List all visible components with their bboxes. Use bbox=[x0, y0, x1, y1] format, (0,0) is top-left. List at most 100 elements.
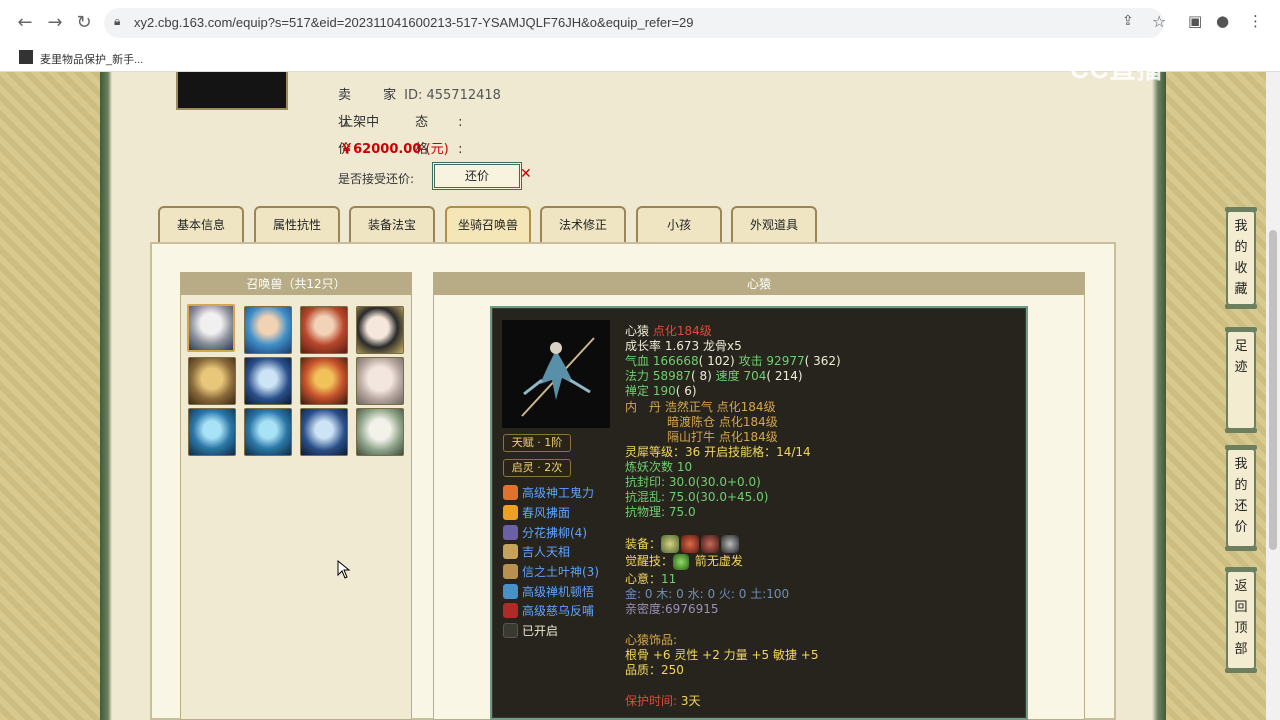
tab-spell-mods[interactable]: 法术修正 bbox=[540, 206, 626, 242]
skill-6[interactable]: 高级禅机顿悟 bbox=[503, 583, 594, 601]
skill-slot-open: 已开启 bbox=[503, 622, 558, 640]
skill-name: 高级神工鬼力 bbox=[522, 486, 595, 500]
resist-phys-line: 抗物理: 75.0 bbox=[625, 505, 696, 520]
profile-icon[interactable]: ● bbox=[1216, 12, 1229, 30]
skill-2[interactable]: 春风拂面 bbox=[503, 504, 570, 522]
awaken-label: 觉醒技： bbox=[625, 554, 674, 568]
pet-portrait-12[interactable] bbox=[356, 408, 404, 456]
pet-portrait-4[interactable] bbox=[356, 306, 404, 354]
page-scrollbar[interactable] bbox=[1266, 72, 1280, 720]
neidan-line-2: 暗渡陈仓 点化184级 bbox=[667, 415, 778, 429]
skill-name: 高级慈乌反哺 bbox=[522, 604, 595, 618]
refine-line: 炼妖次数 10 bbox=[625, 460, 693, 474]
price-row: 价 格: ￥62000.00 (元) bbox=[338, 138, 463, 157]
pet-name: 心猿 bbox=[625, 324, 650, 338]
reload-icon[interactable]: ↻ bbox=[73, 12, 95, 34]
my-bargains-button[interactable]: 我的还价 bbox=[1225, 445, 1257, 551]
skill-3[interactable]: 分花拂柳(4) bbox=[503, 524, 587, 542]
my-favorites-label: 我的收藏 bbox=[1234, 219, 1248, 297]
status-row: 状 态: 上架中 bbox=[338, 111, 463, 130]
url-text[interactable]: xy2.cbg.163.com/equip?s=517&eid=20231104… bbox=[134, 15, 694, 30]
resist-phys-value: 75.0 bbox=[668, 505, 696, 519]
awaken-line: 觉醒技： 箭无虚发 bbox=[625, 554, 743, 570]
price-unit: (元) bbox=[425, 142, 449, 157]
my-favorites-button[interactable]: 我的收藏 bbox=[1225, 207, 1257, 309]
back-to-top-button[interactable]: 返回顶部 bbox=[1225, 567, 1257, 673]
luck-icon bbox=[503, 544, 518, 559]
intimacy-line: 亲密度:6976915 bbox=[625, 602, 719, 616]
pet-portrait-1[interactable] bbox=[187, 304, 235, 352]
tab-children[interactable]: 小孩 bbox=[636, 206, 722, 242]
neidan-line-1: 内 丹 浩然正气 点化184级 bbox=[625, 400, 776, 415]
equip-label: 装备： bbox=[625, 537, 662, 551]
tab-appearance[interactable]: 外观道具 bbox=[731, 206, 817, 242]
heart-label: 心意： bbox=[625, 572, 662, 586]
tab-attributes[interactable]: 属性抗性 bbox=[254, 206, 340, 242]
pet-figure-icon bbox=[521, 337, 595, 417]
seller-id: ID: 455712418 bbox=[404, 88, 501, 103]
pet-portrait-10[interactable] bbox=[244, 408, 292, 456]
skill-7[interactable]: 高级慈乌反哺 bbox=[503, 602, 594, 620]
hp-label: 气血 bbox=[625, 354, 650, 368]
right-frame bbox=[1146, 72, 1166, 720]
pet-level: 点化184级 bbox=[652, 324, 712, 338]
hp-atk-line: 气血 166668( 102) 攻击 92977( 362) bbox=[625, 354, 841, 369]
crow-icon bbox=[503, 603, 518, 618]
tab-equipment[interactable]: 装备法宝 bbox=[349, 206, 435, 242]
browser-toolbar: ← → ↻ 🔒︎ xy2.cbg.163.com/equip?s=517&eid… bbox=[0, 0, 1280, 46]
neidan-label: 内 丹 bbox=[625, 400, 662, 414]
tab-basic-info[interactable]: 基本信息 bbox=[158, 206, 244, 242]
bargain-button[interactable]: 还价 bbox=[432, 162, 522, 190]
mp-extra: ( 8) bbox=[691, 369, 712, 383]
empty-slot-icon bbox=[503, 623, 518, 638]
skill-5[interactable]: 信之土叶神(3) bbox=[503, 563, 599, 581]
my-bargains-label: 我的还价 bbox=[1234, 457, 1248, 535]
resist-phys-label: 抗物理: bbox=[625, 505, 666, 519]
protect-label: 保护时间: bbox=[625, 694, 678, 708]
pet-portrait-3[interactable] bbox=[300, 306, 348, 354]
footprint-label: 足迹 bbox=[1234, 339, 1248, 375]
beast-b-icon[interactable] bbox=[701, 535, 720, 553]
zen-extra: ( 6) bbox=[675, 384, 697, 398]
atk-label: 攻击 bbox=[738, 354, 763, 368]
beast-a-icon[interactable] bbox=[681, 535, 700, 553]
skill-4[interactable]: 吉人天相 bbox=[503, 543, 570, 561]
forward-icon[interactable]: → bbox=[44, 12, 66, 34]
footprint-button[interactable]: 足迹 bbox=[1225, 327, 1257, 433]
skill-name: 吉人天相 bbox=[522, 545, 571, 559]
zen-line: 禅定 190( 6) bbox=[625, 384, 697, 399]
blade-icon bbox=[503, 525, 518, 540]
menu-icon[interactable]: ⋮ bbox=[1248, 12, 1263, 30]
address-bar[interactable]: 🔒︎ xy2.cbg.163.com/equip?s=517&eid=20231… bbox=[104, 8, 1166, 38]
pet-portrait-6[interactable] bbox=[244, 357, 292, 405]
jade-icon[interactable] bbox=[661, 535, 680, 553]
atk-value: 92977 bbox=[766, 354, 805, 368]
scrollbar-thumb[interactable] bbox=[1269, 230, 1277, 550]
item-thumbnail bbox=[176, 72, 288, 110]
pet-list-header: 召唤兽（共12只） bbox=[181, 273, 411, 295]
sidebar-toggle-icon[interactable]: ▣ bbox=[1188, 12, 1202, 30]
bookmark-star-icon[interactable]: ☆ bbox=[1152, 12, 1166, 31]
pet-portrait-5[interactable] bbox=[188, 357, 236, 405]
pet-portrait-11[interactable] bbox=[300, 408, 348, 456]
tab-mounts-pets[interactable]: 坐骑召唤兽 bbox=[445, 206, 531, 242]
pet-portrait-7[interactable] bbox=[300, 357, 348, 405]
watermark-logo: CC直播 bbox=[1070, 54, 1164, 84]
bookmark-item[interactable]: 麦里物品保护_新手... bbox=[40, 51, 143, 67]
skill-1[interactable]: 高级神工鬼力 bbox=[503, 484, 594, 502]
zen-icon bbox=[503, 584, 518, 599]
pet-portrait-8[interactable] bbox=[356, 357, 404, 405]
awaken-skill-icon[interactable] bbox=[673, 554, 690, 570]
resist-seal-line: 抗封印: 30.0(30.0+0.0) bbox=[625, 475, 761, 490]
hp-value: 166668 bbox=[652, 354, 699, 368]
lock-icon: 🔒︎ bbox=[114, 14, 121, 28]
back-icon[interactable]: ← bbox=[14, 12, 36, 34]
share-icon[interactable]: ⇪ bbox=[1122, 13, 1134, 29]
hook-icon[interactable] bbox=[721, 535, 740, 553]
ornament-stats: 根骨 +6 灵性 +2 力量 +5 敏捷 +5 bbox=[625, 648, 819, 662]
close-icon[interactable]: ✕ bbox=[520, 166, 532, 182]
pet-portrait-9[interactable] bbox=[188, 408, 236, 456]
fist-icon bbox=[503, 485, 518, 500]
pet-portrait-2[interactable] bbox=[244, 306, 292, 354]
quality-line: 品质：250 bbox=[625, 663, 684, 677]
